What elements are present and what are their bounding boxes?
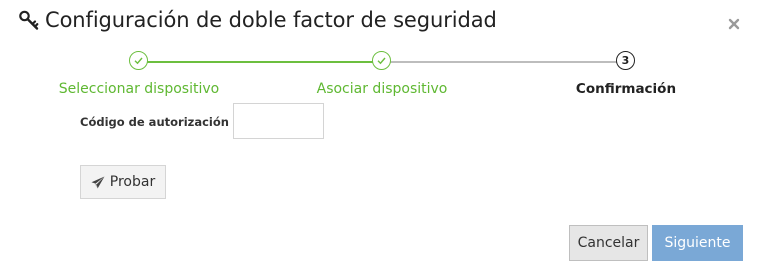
next-button-label: Siguiente <box>664 235 731 251</box>
auth-code-input[interactable] <box>233 103 324 139</box>
two-factor-dialog: Configuración de doble factor de segurid… <box>0 0 767 265</box>
step-3-marker: 3 <box>616 51 635 70</box>
step-3-label: Confirmación <box>575 81 677 97</box>
check-icon <box>377 57 386 65</box>
next-button[interactable]: Siguiente <box>652 225 743 261</box>
step-2-marker <box>372 51 391 70</box>
stepper-track-completed <box>139 61 382 63</box>
dialog-header: Configuración de doble factor de segurid… <box>17 8 497 32</box>
progress-stepper: 3 Seleccionar dispositivo Asociar dispos… <box>0 48 767 104</box>
cancel-button-label: Cancelar <box>577 235 640 251</box>
step-1-marker <box>129 51 148 70</box>
step-1-label: Seleccionar dispositivo <box>58 81 220 97</box>
stepper-track-pending <box>382 61 626 63</box>
test-button[interactable]: Probar <box>80 165 166 199</box>
auth-code-label: Código de autorización <box>80 115 229 129</box>
paper-plane-icon <box>91 176 105 188</box>
test-button-label: Probar <box>109 174 156 190</box>
dialog-title: Configuración de doble factor de segurid… <box>45 8 497 32</box>
check-icon <box>134 57 143 65</box>
close-icon[interactable] <box>727 16 741 30</box>
step-2-label: Asociar dispositivo <box>316 81 448 97</box>
key-icon <box>17 8 41 32</box>
cancel-button[interactable]: Cancelar <box>569 225 648 261</box>
